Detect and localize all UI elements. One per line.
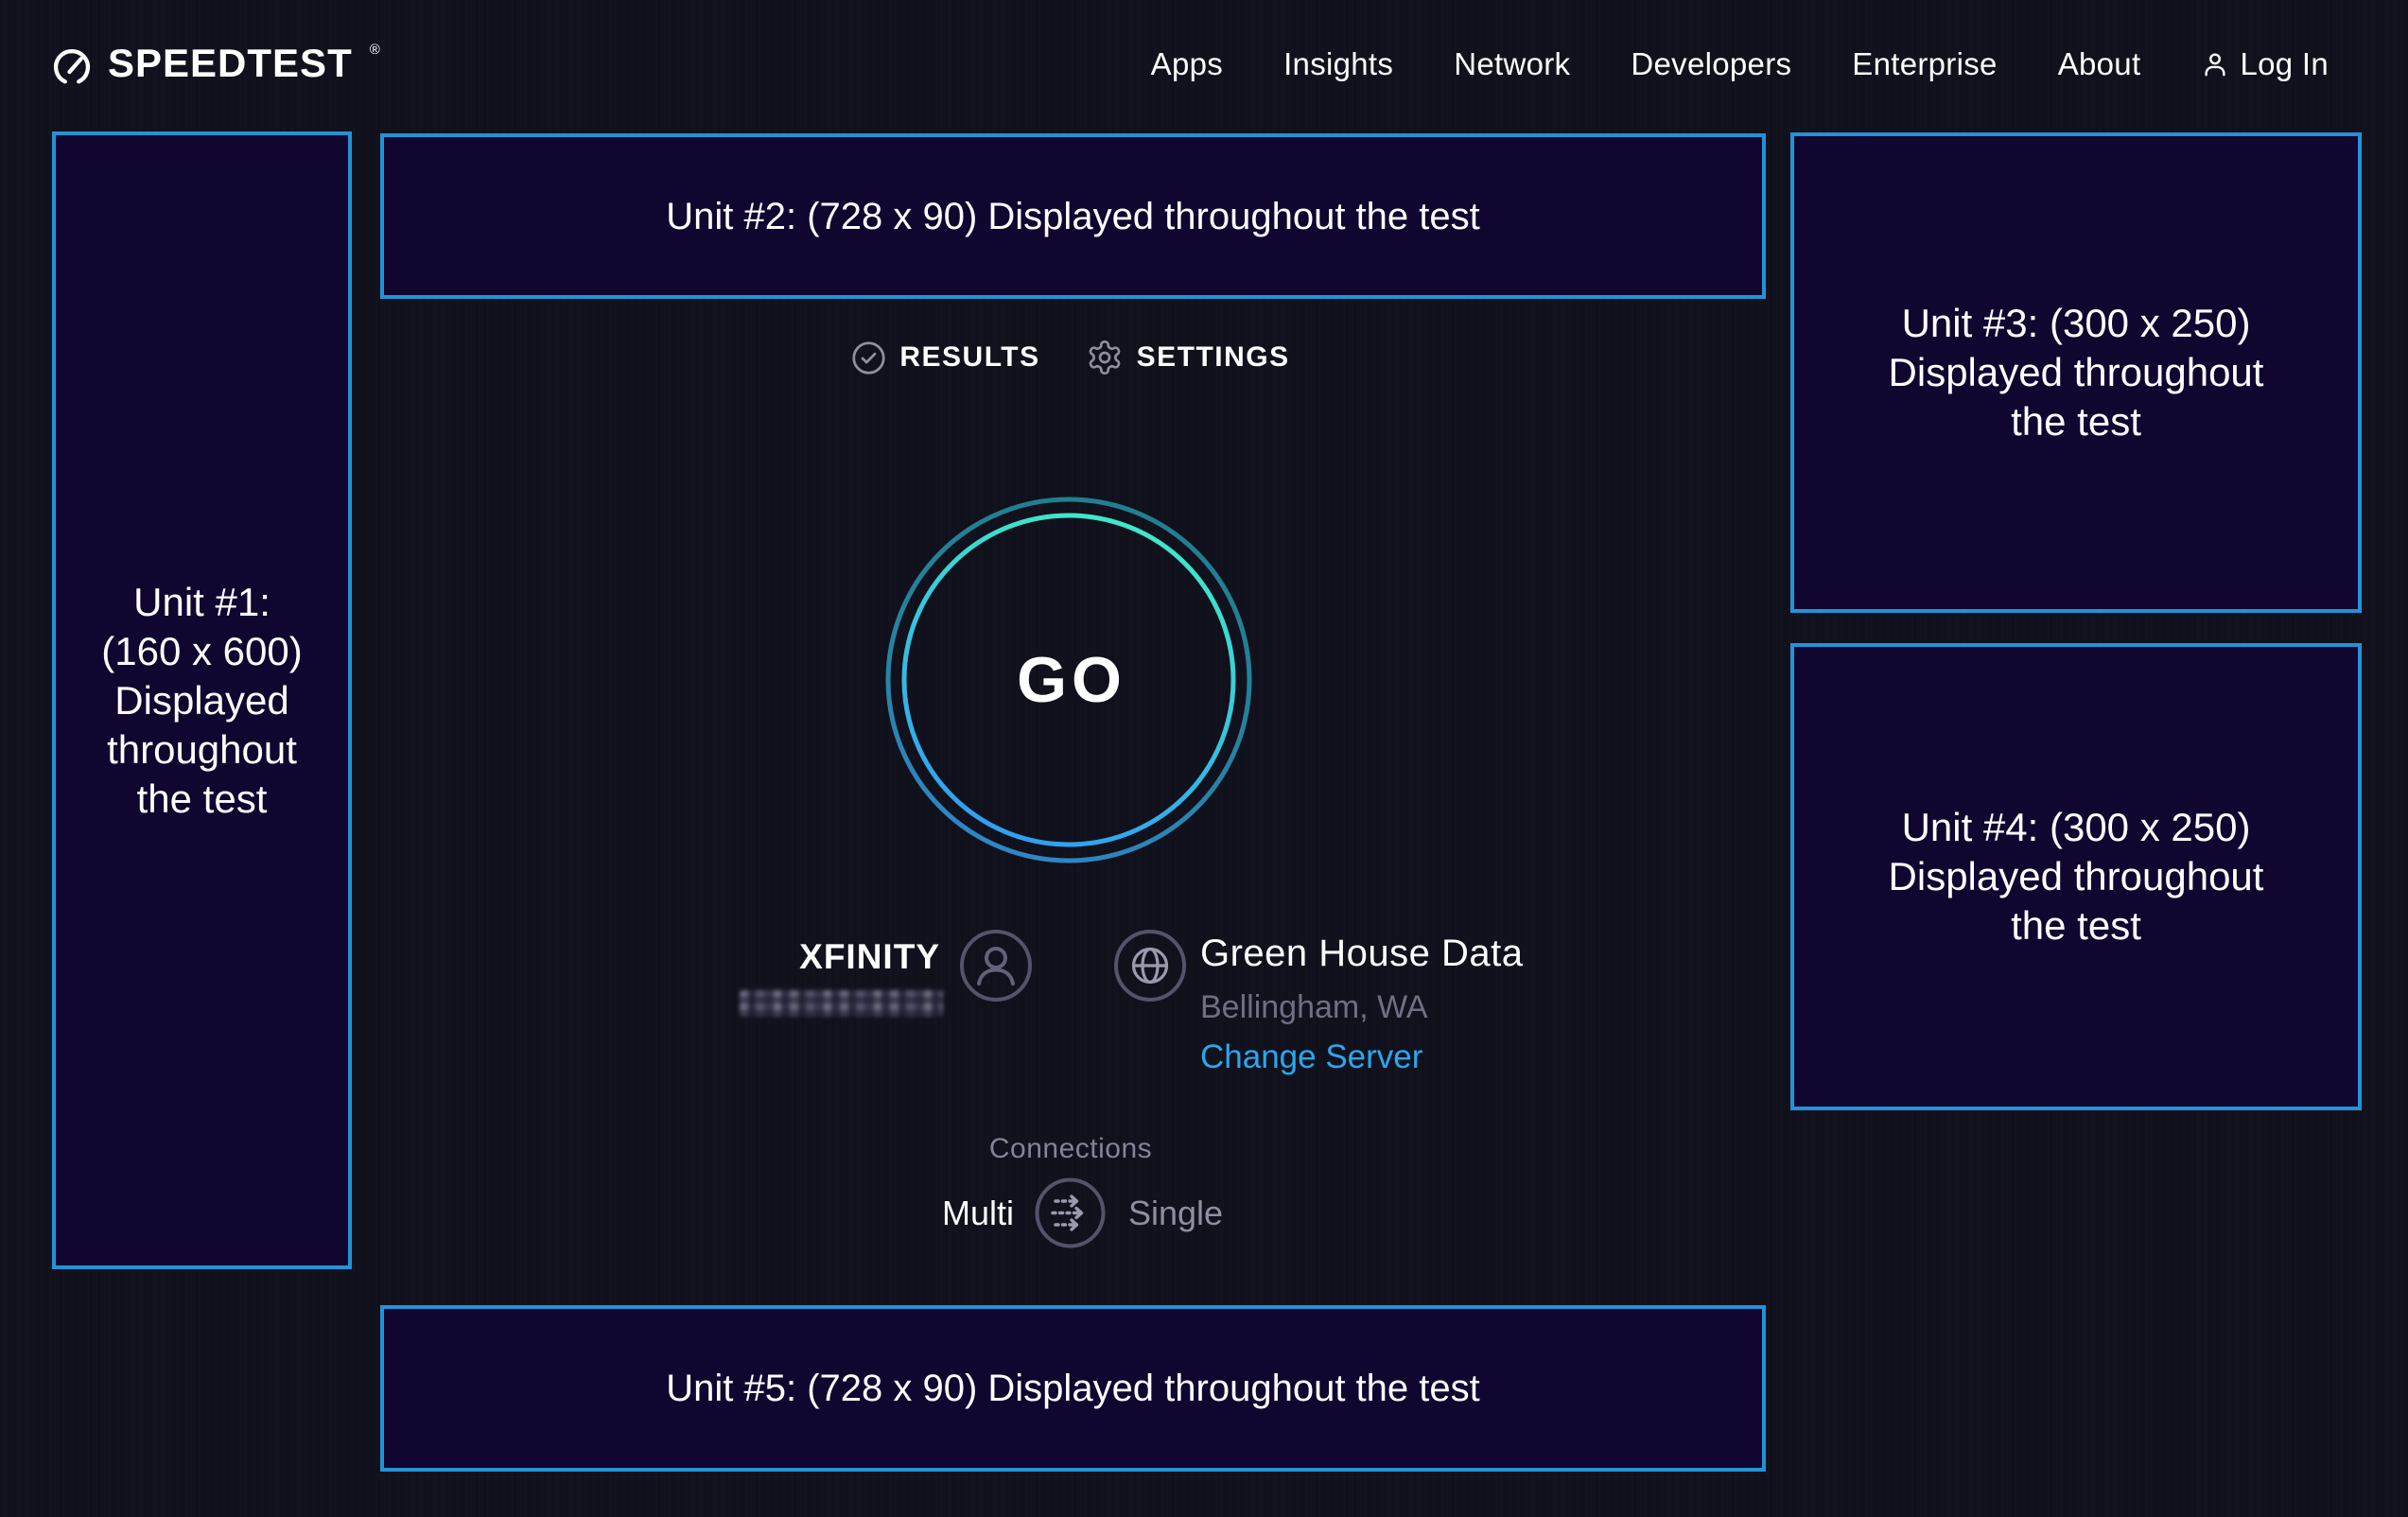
isp-avatar-icon xyxy=(959,929,1033,1007)
tab-results-label: RESULTS xyxy=(899,341,1039,374)
ad-line: (160 x 600) xyxy=(101,627,302,676)
server-location: Bellingham, WA xyxy=(1200,989,1428,1026)
ad-unit-5-text: Unit #5: (728 x 90) Displayed throughout… xyxy=(666,1366,1480,1411)
ad-line: throughout xyxy=(101,725,302,775)
tab-settings-label: SETTINGS xyxy=(1137,341,1290,374)
server-globe-icon xyxy=(1113,929,1187,1007)
ad-line: Unit #4: (300 x 250) xyxy=(1889,803,2264,852)
ad-line: Unit #2: (728 x 90) Displayed throughout… xyxy=(666,194,1480,239)
isp-masked-detail xyxy=(740,990,943,1017)
nav-network[interactable]: Network xyxy=(1454,46,1570,82)
connections-toggle[interactable] xyxy=(1034,1177,1107,1254)
ad-unit-3[interactable]: Unit #3: (300 x 250) Displayed throughou… xyxy=(1790,132,2362,613)
ad-line: Unit #1: xyxy=(101,578,302,627)
logo-text: SPEEDTEST xyxy=(108,39,353,88)
ad-line: the test xyxy=(101,775,302,824)
ad-unit-4-text: Unit #4: (300 x 250) Displayed throughou… xyxy=(1889,803,2264,950)
connections-multi-option[interactable]: Multi xyxy=(825,1194,1014,1233)
gear-icon xyxy=(1086,339,1124,376)
ad-line: the test xyxy=(1889,901,2264,950)
ad-line: Unit #5: (728 x 90) Displayed throughout… xyxy=(666,1366,1480,1411)
ad-unit-2-text: Unit #2: (728 x 90) Displayed throughout… xyxy=(666,194,1480,239)
logo-trademark: ® xyxy=(370,43,380,57)
nav-insights[interactable]: Insights xyxy=(1283,46,1393,82)
ad-line: the test xyxy=(1889,397,2264,446)
isp-name: XFINITY xyxy=(662,937,940,977)
check-circle-icon xyxy=(851,340,886,375)
nav-developers[interactable]: Developers xyxy=(1631,46,1791,82)
nav-enterprise[interactable]: Enterprise xyxy=(1852,46,1997,82)
nav-about[interactable]: About xyxy=(2058,46,2141,82)
user-icon xyxy=(2201,50,2229,78)
ad-unit-1[interactable]: Unit #1: (160 x 600) Displayed throughou… xyxy=(52,131,352,1269)
go-label: GO xyxy=(880,491,1258,869)
ad-unit-3-text: Unit #3: (300 x 250) Displayed throughou… xyxy=(1889,299,2264,446)
top-nav-bar: SPEEDTEST ® Apps Insights Network Develo… xyxy=(0,0,2408,129)
login-label: Log In xyxy=(2240,46,2329,82)
tab-results[interactable]: RESULTS xyxy=(851,340,1039,375)
change-server-link[interactable]: Change Server xyxy=(1200,1038,1422,1076)
speedtest-logo[interactable]: SPEEDTEST ® xyxy=(51,39,380,90)
tab-settings[interactable]: SETTINGS xyxy=(1086,339,1290,376)
ad-unit-2[interactable]: Unit #2: (728 x 90) Displayed throughout… xyxy=(380,133,1766,299)
server-name: Green House Data xyxy=(1200,933,1524,975)
view-tabs: RESULTS SETTINGS xyxy=(880,339,1262,376)
go-button[interactable]: GO xyxy=(880,491,1258,869)
ad-line: Displayed throughout xyxy=(1889,348,2264,397)
ad-unit-4[interactable]: Unit #4: (300 x 250) Displayed throughou… xyxy=(1790,643,2362,1110)
ad-line: Displayed throughout xyxy=(1889,852,2264,901)
speedtest-gauge-icon xyxy=(51,44,93,90)
ad-line: Displayed xyxy=(101,676,302,725)
ad-line: Unit #3: (300 x 250) xyxy=(1889,299,2264,348)
connections-single-option[interactable]: Single xyxy=(1128,1194,1223,1233)
ad-unit-5[interactable]: Unit #5: (728 x 90) Displayed throughout… xyxy=(380,1305,1766,1472)
nav-apps[interactable]: Apps xyxy=(1151,46,1223,82)
main-nav: Apps Insights Network Developers Enterpr… xyxy=(1151,46,2329,82)
nav-login[interactable]: Log In xyxy=(2201,46,2329,82)
speedtest-page: SPEEDTEST ® Apps Insights Network Develo… xyxy=(0,0,2408,1517)
multi-connection-arrows-icon xyxy=(1034,1177,1107,1249)
ad-unit-1-text: Unit #1: (160 x 600) Displayed throughou… xyxy=(101,578,302,824)
connections-label: Connections xyxy=(880,1133,1262,1165)
